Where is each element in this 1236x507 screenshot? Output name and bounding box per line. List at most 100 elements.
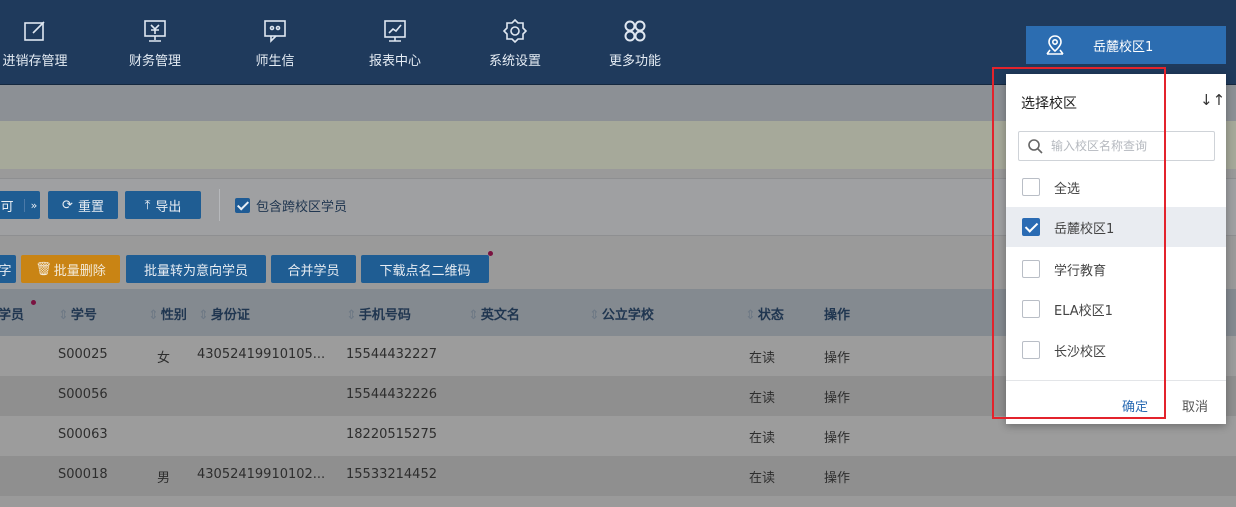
partial-action-label: 字 (0, 263, 12, 279)
column-header-label: 性别 (160, 308, 187, 323)
sort-icon: ⇕ (468, 308, 479, 323)
column-header-label: 公立学校 (601, 308, 654, 323)
cell-status: 在读 (749, 471, 776, 486)
cell-phone: 15544432227 (346, 347, 437, 362)
cell-status: 在读 (749, 391, 776, 406)
campus-selector-button[interactable]: 岳麓校区1 (1026, 26, 1226, 64)
include-cross-campus-label: 包含跨校区学员 (256, 200, 348, 215)
campus-option-xuexing[interactable]: 学行教育 (1006, 249, 1226, 289)
campus-option-ela[interactable]: ELA校区1 (1006, 289, 1226, 329)
column-header-gender[interactable]: ⇕ 性别 (148, 304, 187, 323)
gear-icon (502, 18, 528, 44)
column-header-status[interactable]: ⇕ 状态 (745, 304, 784, 323)
column-header-id-card[interactable]: ⇕ 身份证 (198, 304, 250, 323)
message-icon (264, 20, 286, 43)
export-button-label: 导出 (155, 199, 182, 215)
campus-option-select-all[interactable]: 全选 (1006, 167, 1226, 207)
nav-item-reports[interactable]: 报表中心 (350, 18, 440, 69)
nav-item-inventory[interactable]: 进销存管理 (0, 18, 80, 69)
checkbox[interactable] (1022, 341, 1040, 359)
nav-item-more[interactable]: 更多功能 (590, 18, 680, 69)
column-header-student-no[interactable]: ⇕ 学号 (58, 304, 97, 323)
cancel-button[interactable]: 取消 (1182, 396, 1208, 415)
cell-gender: 男 (157, 471, 171, 486)
merge-students-button[interactable]: 合并学员 (271, 255, 356, 283)
campus-dropdown-panel: 选择校区 ↓↑ 全选 岳麓校区1 学行教育 ELA校区1 长沙校区 确定 取消 (1006, 74, 1226, 424)
query-button-label: 可 (0, 199, 14, 215)
sort-icon: ⇕ (148, 308, 159, 323)
nav-label: 进销存管理 (2, 54, 68, 69)
sort-icon: ⇕ (346, 308, 357, 323)
notification-dot (31, 300, 36, 305)
toolbar-divider (219, 189, 220, 221)
checkbox-checked[interactable] (1022, 218, 1040, 236)
checkbox[interactable] (1022, 260, 1040, 278)
nav-item-settings[interactable]: 系统设置 (470, 18, 560, 69)
batch-delete-label: 批量删除 (53, 263, 106, 279)
checkbox[interactable] (1022, 300, 1040, 318)
download-qr-button[interactable]: 下载点名二维码 (361, 255, 489, 283)
column-header-label: 英文名 (480, 308, 520, 323)
cell-status: 在读 (749, 431, 776, 446)
column-header-english-name[interactable]: ⇕ 英文名 (468, 304, 520, 323)
option-label: 学行教育 (1054, 263, 1107, 279)
column-header-label: 身份证 (210, 308, 250, 323)
campus-option-yuelu[interactable]: 岳麓校区1 (1006, 207, 1226, 247)
column-header-phone[interactable]: ⇕ 手机号码 (346, 304, 411, 323)
cell-phone: 18220515275 (346, 427, 437, 442)
cell-id-card: 43052419910102... (197, 467, 326, 482)
query-button[interactable]: 可 » (0, 191, 40, 219)
chevron-down-icon: » (23, 198, 37, 212)
table-row[interactable]: S00018 男 43052419910102... 15533214452 在… (0, 456, 1236, 496)
campus-button-label: 岳麓校区1 (1093, 39, 1154, 55)
checkbox[interactable] (1022, 178, 1040, 196)
dropdown-title: 选择校区 (1021, 96, 1077, 112)
nav-label: 报表中心 (368, 54, 421, 69)
partial-action-button[interactable]: 字 (0, 255, 16, 283)
sort-icon: ⇕ (198, 308, 209, 323)
column-header-label: 状态 (757, 308, 784, 323)
cell-student-no: S00018 (58, 467, 108, 482)
column-header-operation: 操作 (824, 304, 850, 323)
include-cross-campus-checkbox[interactable]: 包含跨校区学员 (235, 196, 347, 215)
column-header-label: 操作 (824, 308, 851, 323)
option-label: 全选 (1054, 181, 1081, 197)
checkbox-checked-icon (235, 198, 250, 213)
campus-option-changsha[interactable]: 长沙校区 (1006, 330, 1226, 370)
cell-operation-link[interactable]: 操作 (824, 387, 850, 406)
cell-operation-link[interactable]: 操作 (824, 347, 850, 366)
cell-operation-link[interactable]: 操作 (824, 467, 850, 486)
trash-icon: 🗑 (35, 261, 52, 277)
finance-monitor-icon (144, 20, 166, 42)
batch-delete-button[interactable]: 🗑 批量删除 (21, 255, 120, 283)
grid-more-icon (624, 20, 646, 42)
upload-icon: ⤒ (144, 197, 151, 213)
column-header-label: 手机号码 (358, 308, 411, 323)
cell-phone: 15544432226 (346, 387, 437, 402)
nav-label: 师生信 (255, 54, 295, 69)
cell-student-no: S00056 (58, 387, 108, 402)
cell-status: 在读 (749, 351, 776, 366)
cell-gender: 女 (157, 351, 171, 366)
reset-button[interactable]: ⟳ 重置 (48, 191, 118, 219)
cell-student-no: S00025 (58, 347, 108, 362)
campus-search-input[interactable] (1051, 139, 1211, 153)
download-qr-label: 下载点名二维码 (379, 263, 471, 279)
top-nav: 进销存管理 财务管理 师生信 报表中心 系统设置 更多功能 岳麓校区1 (0, 0, 1236, 85)
sort-icon: ⇕ (589, 308, 600, 323)
nav-item-finance[interactable]: 财务管理 (110, 18, 200, 69)
column-header-student[interactable]: 学员 (0, 304, 24, 323)
dropdown-footer: 确定 取消 (1006, 380, 1226, 424)
cell-phone: 15533214452 (346, 467, 437, 482)
export-button[interactable]: ⤒ 导出 (125, 191, 201, 219)
column-header-public-school[interactable]: ⇕ 公立学校 (589, 304, 654, 323)
option-label: 岳麓校区1 (1054, 221, 1115, 237)
nav-item-messages[interactable]: 师生信 (230, 18, 320, 69)
confirm-button[interactable]: 确定 (1122, 396, 1148, 415)
batch-to-intent-button[interactable]: 批量转为意向学员 (126, 255, 266, 283)
cell-student-no: S00063 (58, 427, 108, 442)
cell-operation-link[interactable]: 操作 (824, 427, 850, 446)
refresh-icon: ⟳ (62, 197, 73, 213)
sort-toggle-icon[interactable]: ↓↑ (1200, 91, 1225, 109)
option-label: ELA校区1 (1054, 303, 1113, 319)
